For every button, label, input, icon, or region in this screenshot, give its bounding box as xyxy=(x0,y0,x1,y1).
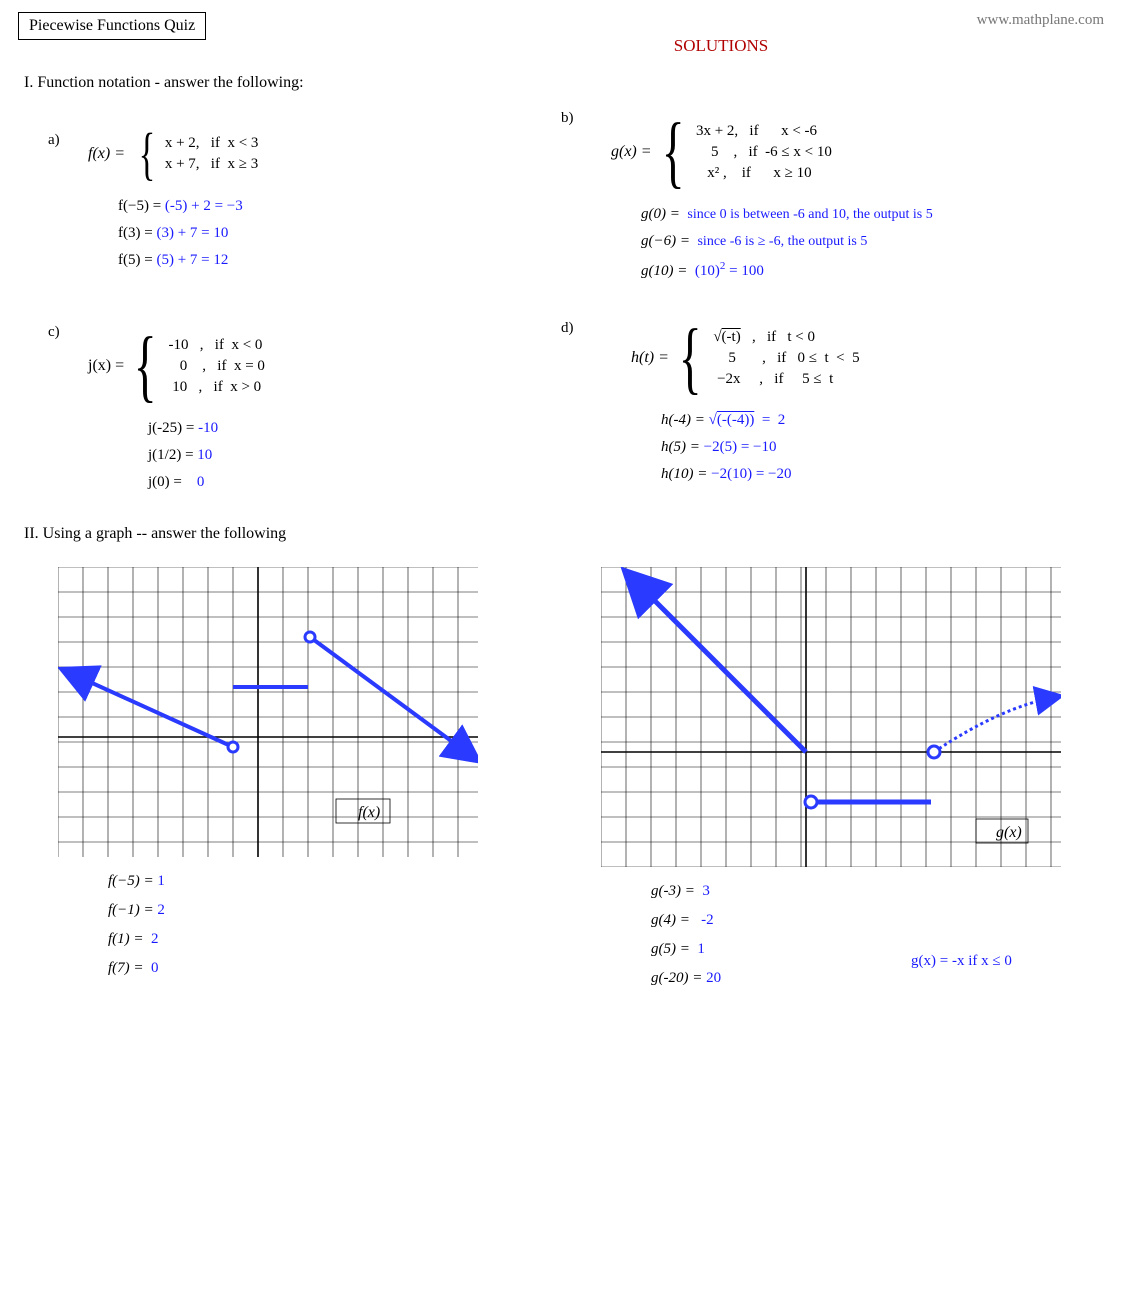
fname-d: h(t) = xyxy=(631,349,669,367)
q-g2: g(4) = xyxy=(651,912,694,928)
piece-b1: 3x + 2, if x < -6 xyxy=(696,123,832,140)
ans-g3: 1 xyxy=(697,941,705,957)
ans-d3: −2(10) = −20 xyxy=(711,466,791,482)
ans-c3: 0 xyxy=(193,474,204,490)
q-b3: g(10) = xyxy=(641,263,691,279)
graph-g: g(x) xyxy=(601,567,1061,867)
page-title-box: Piecewise Functions Quiz xyxy=(18,12,206,40)
ans-b1: since 0 is between -6 and 10, the output… xyxy=(687,207,932,222)
section2-heading: II. Using a graph -- answer the followin… xyxy=(24,525,1104,543)
q-d2: h(5) = xyxy=(661,439,704,455)
brace-icon: { xyxy=(134,330,157,402)
section1-heading: I. Function notation - answer the follow… xyxy=(24,74,1104,92)
part-d: d) h(t) = { √(-t) , if t < 0 5 , if 0 ≤ … xyxy=(561,316,1104,507)
ans-f1: 1 xyxy=(157,873,165,889)
q-a2: f(3) = xyxy=(118,225,156,241)
q-c2: j(1/2) = xyxy=(148,447,197,463)
fname-c: j(x) = xyxy=(88,357,124,375)
ans-c1: -10 xyxy=(198,420,218,436)
graph-f-label: f(x) xyxy=(358,804,380,821)
graph-g-label: g(x) xyxy=(996,824,1022,841)
ans-b3: (10)2 = 100 xyxy=(695,263,764,279)
ans-f3: 2 xyxy=(151,931,159,947)
graph-g-col: g(x) g(-3) = 3 g(4) = -2 g(5) = 1 g(-20)… xyxy=(561,553,1104,1005)
piece-b3: x² , if x ≥ 10 xyxy=(696,165,832,182)
q-a1: f(−5) = xyxy=(118,198,165,214)
solutions-label: SOLUTIONS xyxy=(338,36,1104,56)
part-a: a) f(x) = { x + 2, if x < 3 x + 7, if x … xyxy=(18,102,561,296)
label-a: a) xyxy=(48,132,60,149)
ans-f2: 2 xyxy=(157,902,165,918)
q-f3: f(1) = xyxy=(108,931,147,947)
piece-c3: 10 , if x > 0 xyxy=(169,379,265,396)
ans-g2: -2 xyxy=(697,912,713,928)
label-c: c) xyxy=(48,324,60,341)
piece-c2: 0 , if x = 0 xyxy=(169,358,265,375)
q-b1: g(0) = xyxy=(641,206,684,222)
brace-icon: { xyxy=(139,128,156,180)
graph-f-col: f(x) f(−5) = 1 f(−1) = 2 f(1) = 2 f(7) =… xyxy=(18,553,561,1005)
q-c1: j(-25) = xyxy=(148,420,198,436)
piece-b2: 5 , if -6 ≤ x < 10 xyxy=(696,144,832,161)
ans-g4: 20 xyxy=(706,970,721,986)
q-c3: j(0) = xyxy=(148,474,186,490)
ans-b2: since -6 is ≥ -6, the output is 5 xyxy=(697,234,867,249)
piece-d1: √(-t) , if t < 0 xyxy=(713,329,859,346)
piece-a1: x + 2, if x < 3 xyxy=(165,135,259,152)
g-definition-note: g(x) = -x if x ≤ 0 xyxy=(911,953,1012,970)
ans-a1: (-5) + 2 = −3 xyxy=(165,198,243,214)
part-c: c) j(x) = { -10 , if x < 0 0 , if x = 0 … xyxy=(18,316,561,507)
part-b: b) g(x) = { 3x + 2, if x < -6 5 , if -6 … xyxy=(561,102,1104,296)
q-d1: h(-4) = xyxy=(661,412,709,428)
q-g4: g(-20) = xyxy=(651,970,706,986)
piece-c1: -10 , if x < 0 xyxy=(169,337,265,354)
q-f4: f(7) = xyxy=(108,960,147,976)
q-g1: g(-3) = xyxy=(651,883,699,899)
fname-a: f(x) = xyxy=(88,145,125,163)
q-d3: h(10) = xyxy=(661,466,711,482)
brace-icon: { xyxy=(679,322,702,394)
piece-d3: −2x , if 5 ≤ t xyxy=(713,371,859,388)
ans-f4: 0 xyxy=(151,960,159,976)
piece-d2: 5 , if 0 ≤ t < 5 xyxy=(713,350,859,367)
piece-a2: x + 7, if x ≥ 3 xyxy=(165,156,259,173)
q-a3: f(5) = xyxy=(118,252,156,268)
label-d: d) xyxy=(561,320,574,337)
graph-f: f(x) xyxy=(58,567,478,857)
label-b: b) xyxy=(561,110,574,127)
fname-b: g(x) = xyxy=(611,143,652,161)
ans-c2: 10 xyxy=(197,447,212,463)
q-g3: g(5) = xyxy=(651,941,694,957)
ans-d1: √(-(-4)) = 2 xyxy=(709,412,786,428)
ans-g1: 3 xyxy=(702,883,710,899)
q-f1: f(−5) = xyxy=(108,873,157,889)
ans-d2: −2(5) = −10 xyxy=(704,439,777,455)
q-f2: f(−1) = xyxy=(108,902,157,918)
q-b2: g(−6) = xyxy=(641,233,694,249)
ans-a3: (5) + 7 = 12 xyxy=(156,252,228,268)
site-url: www.mathplane.com xyxy=(977,12,1104,29)
brace-icon: { xyxy=(661,116,684,188)
ans-a2: (3) + 7 = 10 xyxy=(156,225,228,241)
